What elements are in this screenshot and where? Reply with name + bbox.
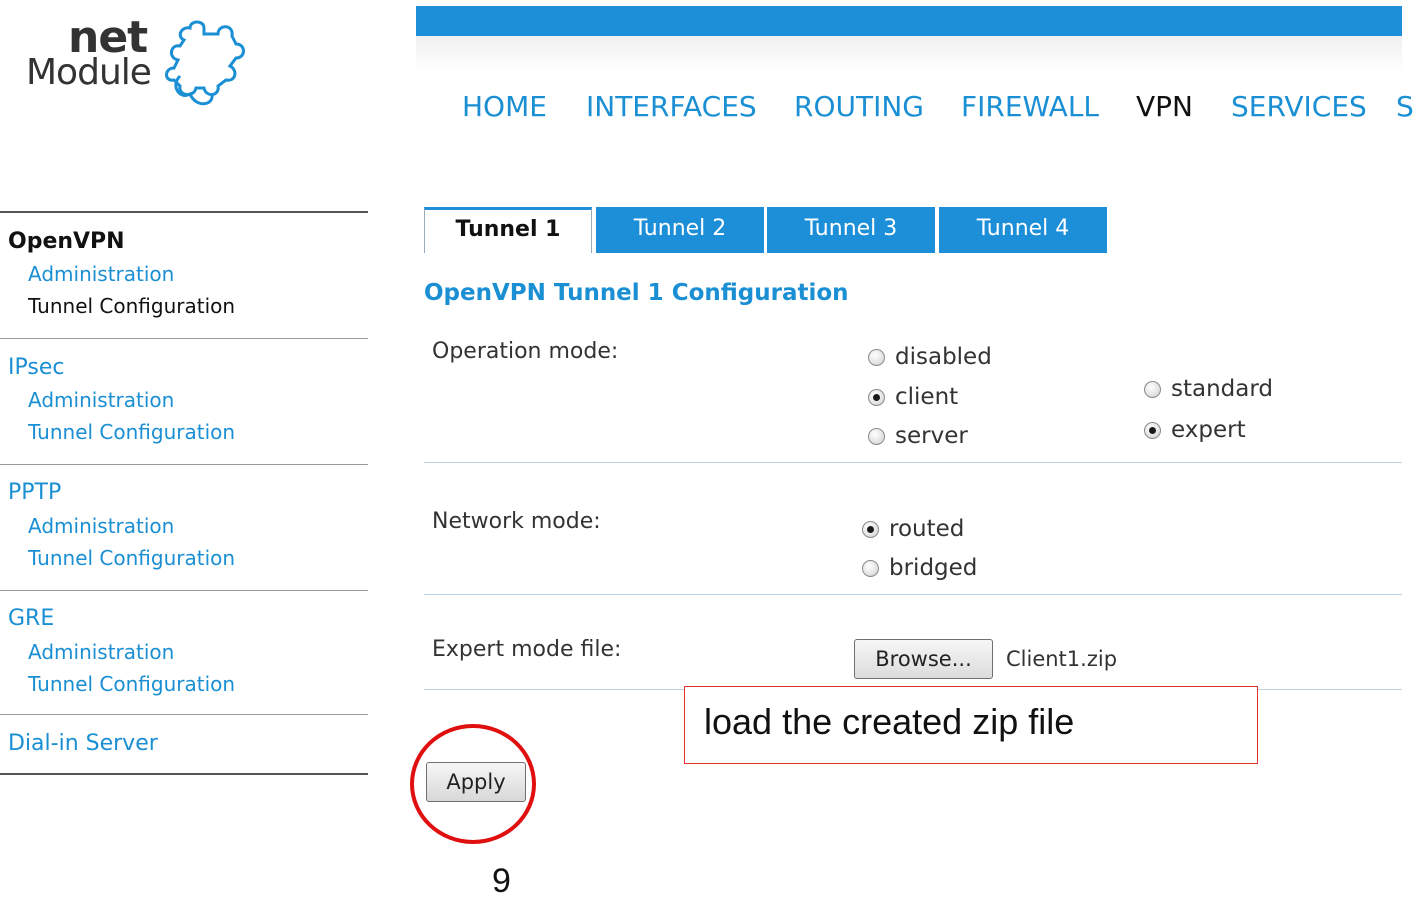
radio-option-expert[interactable]: expert bbox=[1144, 417, 1246, 443]
radio-option-routed[interactable]: routed bbox=[862, 516, 964, 542]
sidebar-divider bbox=[0, 464, 368, 465]
nav-firewall[interactable]: FIREWALL bbox=[961, 90, 1099, 123]
sidebar-item-gre-tunnel-configuration[interactable]: Tunnel Configuration bbox=[28, 672, 235, 696]
nav-home[interactable]: HOME bbox=[462, 90, 547, 123]
nav-truncated-item[interactable]: S bbox=[1396, 90, 1414, 123]
sidebar-item-gre-administration[interactable]: Administration bbox=[28, 640, 174, 664]
annotation-callout-text: load the created zip file bbox=[704, 701, 1075, 742]
nav-services[interactable]: SERVICES bbox=[1231, 90, 1367, 123]
sidebar-group-dial-in-server[interactable]: Dial-in Server bbox=[8, 731, 158, 756]
sidebar-divider bbox=[0, 773, 368, 775]
radio-option-client[interactable]: client bbox=[868, 384, 958, 410]
radio-option-standard[interactable]: standard bbox=[1144, 376, 1273, 402]
nav-vpn[interactable]: VPN bbox=[1136, 90, 1193, 123]
radio-label: disabled bbox=[895, 344, 992, 370]
radio-option-server[interactable]: server bbox=[868, 423, 968, 449]
browse-button[interactable]: Browse... bbox=[854, 639, 993, 679]
logo-text-module: Module bbox=[26, 52, 152, 93]
selected-file-name: Client1.zip bbox=[1006, 647, 1118, 671]
netmodule-logo: net Module bbox=[10, 6, 258, 130]
sidebar-item-ipsec-tunnel-configuration[interactable]: Tunnel Configuration bbox=[28, 420, 235, 444]
tab-tunnel-3[interactable]: Tunnel 3 bbox=[767, 207, 935, 253]
form-divider bbox=[424, 462, 1402, 463]
radio-label: routed bbox=[889, 516, 965, 542]
annotation-highlight-circle bbox=[410, 724, 536, 844]
radio-button[interactable] bbox=[868, 427, 885, 445]
form-divider bbox=[424, 594, 1402, 595]
sidebar-group-gre[interactable]: GRE bbox=[8, 606, 54, 631]
sidebar-item-ipsec-administration[interactable]: Administration bbox=[28, 388, 174, 412]
tab-tunnel-1[interactable]: Tunnel 1 bbox=[424, 207, 592, 253]
sidebar-divider bbox=[0, 590, 368, 591]
radio-label: bridged bbox=[889, 555, 978, 581]
sidebar-group-pptp[interactable]: PPTP bbox=[8, 480, 61, 505]
puzzle-logo-icon bbox=[165, 20, 245, 106]
nav-interfaces[interactable]: INTERFACES bbox=[586, 90, 757, 123]
sidebar-divider bbox=[0, 714, 368, 715]
radio-button[interactable] bbox=[862, 520, 879, 538]
radio-label: client bbox=[895, 384, 959, 410]
sidebar-item-openvpn-administration[interactable]: Administration bbox=[28, 262, 174, 286]
expert-mode-file-label: Expert mode file: bbox=[432, 637, 622, 662]
operation-mode-label: Operation mode: bbox=[432, 339, 619, 364]
sidebar-item-pptp-administration[interactable]: Administration bbox=[28, 514, 174, 538]
radio-option-bridged[interactable]: bridged bbox=[862, 555, 977, 581]
radio-button[interactable] bbox=[1144, 421, 1161, 439]
annotation-step-number: 9 bbox=[492, 862, 511, 900]
sidebar-item-pptp-tunnel-configuration[interactable]: Tunnel Configuration bbox=[28, 546, 235, 570]
radio-button[interactable] bbox=[1144, 380, 1161, 398]
radio-button[interactable] bbox=[868, 388, 885, 406]
sidebar-group-ipsec[interactable]: IPsec bbox=[8, 355, 64, 380]
radio-option-disabled[interactable]: disabled bbox=[868, 344, 992, 370]
radio-button[interactable] bbox=[868, 348, 885, 366]
network-mode-label: Network mode: bbox=[432, 509, 601, 534]
tab-tunnel-4[interactable]: Tunnel 4 bbox=[939, 207, 1107, 253]
radio-label: server bbox=[895, 423, 968, 449]
sidebar-divider bbox=[0, 338, 368, 339]
top-banner-shadow bbox=[416, 36, 1402, 72]
radio-label: standard bbox=[1171, 376, 1274, 402]
section-title: OpenVPN Tunnel 1 Configuration bbox=[424, 280, 849, 306]
top-banner bbox=[416, 6, 1402, 36]
sidebar-item-openvpn-tunnel-configuration[interactable]: Tunnel Configuration bbox=[28, 294, 235, 318]
sidebar-group-openvpn[interactable]: OpenVPN bbox=[8, 229, 125, 254]
sidebar-divider bbox=[0, 211, 368, 213]
radio-label: expert bbox=[1171, 417, 1246, 443]
radio-button[interactable] bbox=[862, 559, 879, 577]
tab-tunnel-2[interactable]: Tunnel 2 bbox=[596, 207, 764, 253]
nav-routing[interactable]: ROUTING bbox=[794, 90, 924, 123]
